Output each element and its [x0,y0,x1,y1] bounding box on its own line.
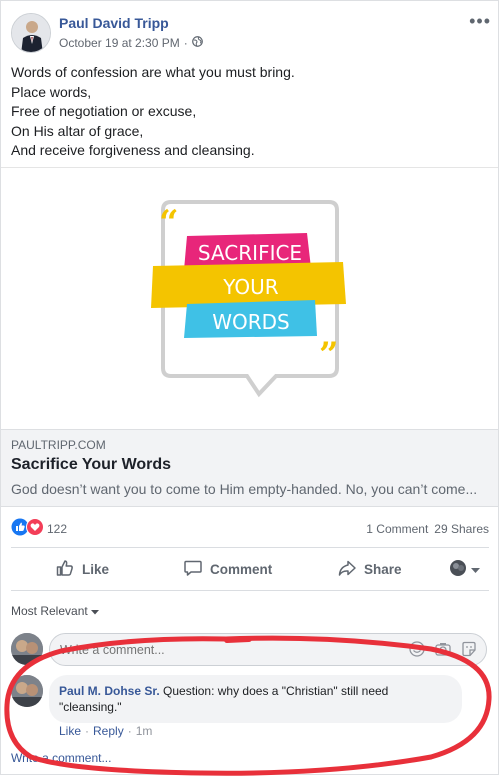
comment-time[interactable]: 1m [136,724,153,738]
comment-button[interactable]: Comment [183,553,272,585]
divider [11,547,489,548]
engagement-counts: 1 Comment 29 Shares [366,522,489,536]
user-avatar[interactable] [11,633,43,665]
divider [11,590,489,591]
post-line: And receive forgiveness and cleansing. [11,142,255,158]
comment-count[interactable]: 1 Comment [366,522,428,536]
author-name[interactable]: Paul David Tripp [59,15,169,31]
link-image[interactable]: “ ” SACRIFICE YOUR WORDS [1,167,498,429]
open-quote-mark: “ [159,203,179,243]
composer-icons [409,641,477,662]
share-arrow-icon [337,558,357,581]
write-comment-link[interactable]: Write a comment... [11,751,111,765]
reactions-bar: 122 1 Comment 29 Shares [11,516,489,540]
post-line: On His altar of grace, [11,122,144,139]
post-card: Paul David Tripp October 19 at 2:30 PM ·… [0,0,499,776]
post-timestamp[interactable]: October 19 at 2:30 PM [59,36,180,50]
close-quote-mark: ” [319,335,339,375]
post-text: Words of confession are what you must br… [11,63,481,161]
sacrifice-your-words-graphic: “ ” SACRIFICE YOUR WORDS [151,200,346,398]
commenter-name[interactable]: Paul M. Dohse Sr. [59,684,160,698]
graphic-line-1: SACRIFICE [198,241,302,265]
emoji-icon[interactable] [409,641,425,662]
like-button[interactable]: Like [55,553,109,585]
post-line: Words of confession are what you must br… [11,64,295,80]
author-avatar[interactable] [11,13,51,53]
comment-label: Comment [210,561,273,577]
comment-like-link[interactable]: Like [59,724,81,738]
reaction-icons[interactable] [11,518,44,539]
link-preview[interactable]: PAULTRIPP.COM Sacrifice Your Words God d… [1,429,498,507]
comment-actions: Like · Reply · 1m [59,724,152,738]
post-meta: October 19 at 2:30 PM · [59,36,203,50]
separator-dot: · [127,724,132,738]
share-button[interactable]: Share [337,553,402,585]
comment-sort-dropdown[interactable]: Most Relevant [11,604,99,618]
like-label: Like [82,561,110,577]
graphic-line-2: YOUR [222,275,279,299]
comment-bubble-icon [183,558,203,581]
sort-label: Most Relevant [11,604,88,618]
comment-composer [11,633,489,667]
share-count[interactable]: 29 Shares [434,522,489,536]
post-actions: Like Comment Share [11,553,489,585]
sticker-icon[interactable] [461,641,477,662]
chevron-down-icon [471,562,480,577]
camera-icon[interactable] [435,641,451,662]
commenter-avatar[interactable] [11,675,43,707]
love-reaction-icon [26,518,44,539]
globe-icon [191,36,203,50]
more-options-icon[interactable]: ••• [469,11,491,32]
link-domain: PAULTRIPP.COM [11,438,106,452]
audience-selector[interactable] [449,553,480,585]
share-label: Share [364,561,402,577]
comment-reply-link[interactable]: Reply [93,724,124,738]
post-header: Paul David Tripp October 19 at 2:30 PM ·… [11,11,491,55]
meta-separator: · [183,36,188,50]
reaction-count[interactable]: 122 [47,522,67,536]
separator-dot: · [85,724,90,738]
profile-thumbnail-icon [449,559,467,580]
link-description: God doesn’t want you to come to Him empt… [11,481,478,497]
graphic-line-3: WORDS [212,310,290,334]
comment-bubble: Paul M. Dohse Sr. Question: why does a "… [49,675,462,723]
post-line: Place words, [11,83,92,100]
thumbs-up-icon [55,558,75,581]
link-title[interactable]: Sacrifice Your Words [11,456,171,474]
post-line: Free of negotiation or excuse, [11,103,197,119]
caret-down-icon [90,604,99,618]
